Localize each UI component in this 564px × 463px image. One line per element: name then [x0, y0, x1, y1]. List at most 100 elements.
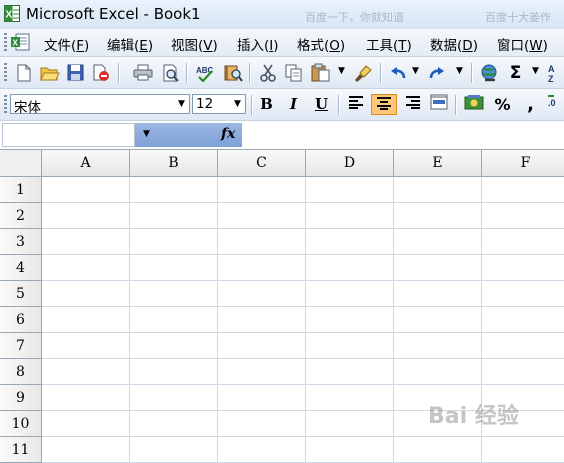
column-header-b[interactable]: B	[130, 150, 218, 177]
column-header-e[interactable]: E	[394, 150, 482, 177]
cell-a3[interactable]	[42, 229, 130, 255]
row-header-6[interactable]: 6	[0, 307, 42, 333]
currency-style-button[interactable]	[463, 94, 484, 115]
cell-b10[interactable]	[130, 411, 218, 437]
cell-a6[interactable]	[42, 307, 130, 333]
cell-d6[interactable]	[306, 307, 394, 333]
cell-b6[interactable]	[130, 307, 218, 333]
menu-window[interactable]: 窗口(W)	[497, 34, 548, 54]
cell-c2[interactable]	[218, 203, 306, 229]
cell-d8[interactable]	[306, 359, 394, 385]
row-header-4[interactable]: 4	[0, 255, 42, 281]
cell-e1[interactable]	[394, 177, 482, 203]
cell-f5[interactable]	[482, 281, 564, 307]
cell-c11[interactable]	[218, 437, 306, 463]
cell-c3[interactable]	[218, 229, 306, 255]
menu-edit[interactable]: 编辑(E)	[107, 34, 153, 54]
cell-c5[interactable]	[218, 281, 306, 307]
row-header-3[interactable]: 3	[0, 229, 42, 255]
cell-c9[interactable]	[218, 385, 306, 411]
cell-f11[interactable]	[482, 437, 564, 463]
cell-d5[interactable]	[306, 281, 394, 307]
row-header-9[interactable]: 9	[0, 385, 42, 411]
redo-history-chevron-down-icon[interactable]: ▼	[456, 66, 463, 76]
toolbar-grip-handle[interactable]	[4, 95, 7, 114]
cell-c6[interactable]	[218, 307, 306, 333]
cell-d10[interactable]	[306, 411, 394, 437]
column-header-f[interactable]: F	[482, 150, 564, 177]
cell-a8[interactable]	[42, 359, 130, 385]
bold-button[interactable]: B	[256, 94, 277, 115]
percent-style-button[interactable]: %	[492, 94, 513, 115]
hyperlink-icon[interactable]	[478, 62, 499, 83]
chevron-down-icon[interactable]: ▼	[174, 95, 189, 113]
cell-b7[interactable]	[130, 333, 218, 359]
insert-function-fx-icon[interactable]: fx	[221, 126, 235, 142]
format-painter-icon[interactable]	[353, 62, 374, 83]
cell-f4[interactable]	[482, 255, 564, 281]
cell-a10[interactable]	[42, 411, 130, 437]
row-header-1[interactable]: 1	[0, 177, 42, 203]
autosum-chevron-down-icon[interactable]: ▼	[532, 66, 539, 76]
cell-d1[interactable]	[306, 177, 394, 203]
cell-a7[interactable]	[42, 333, 130, 359]
cell-e4[interactable]	[394, 255, 482, 281]
cell-e2[interactable]	[394, 203, 482, 229]
menu-format[interactable]: 格式(O)	[297, 34, 345, 54]
name-box[interactable]	[2, 123, 135, 147]
toolbar-grip-handle[interactable]	[4, 63, 7, 82]
row-header-7[interactable]: 7	[0, 333, 42, 359]
align-center-button[interactable]	[371, 94, 397, 115]
cell-a11[interactable]	[42, 437, 130, 463]
cell-a1[interactable]	[42, 177, 130, 203]
toolbar-grip-handle[interactable]	[4, 33, 7, 52]
save-icon[interactable]	[65, 62, 86, 83]
column-header-a[interactable]: A	[42, 150, 130, 177]
cell-b1[interactable]	[130, 177, 218, 203]
menu-view[interactable]: 视图(V)	[171, 34, 218, 54]
cell-e3[interactable]	[394, 229, 482, 255]
menu-tools[interactable]: 工具(T)	[366, 34, 412, 54]
permission-icon[interactable]	[90, 62, 111, 83]
cell-c10[interactable]	[218, 411, 306, 437]
select-all-corner[interactable]	[0, 150, 42, 177]
column-header-d[interactable]: D	[306, 150, 394, 177]
row-header-8[interactable]: 8	[0, 359, 42, 385]
workbook-document-icon[interactable]: X	[10, 33, 30, 51]
spelling-icon[interactable]: ABC	[194, 62, 215, 83]
paste-icon[interactable]	[310, 62, 331, 83]
cut-icon[interactable]	[257, 62, 278, 83]
cell-b9[interactable]	[130, 385, 218, 411]
chevron-down-icon[interactable]: ▼	[230, 95, 245, 113]
cell-c8[interactable]	[218, 359, 306, 385]
autosum-icon[interactable]: Σ	[505, 62, 526, 83]
cell-e8[interactable]	[394, 359, 482, 385]
font-name-dropdown[interactable]: 宋体 ▼	[10, 94, 190, 114]
cell-d2[interactable]	[306, 203, 394, 229]
print-icon[interactable]	[132, 62, 153, 83]
italic-button[interactable]: I	[283, 94, 304, 115]
cell-f3[interactable]	[482, 229, 564, 255]
menu-insert[interactable]: 插入(I)	[237, 34, 279, 54]
print-preview-icon[interactable]	[160, 62, 181, 83]
paste-options-chevron-down-icon[interactable]: ▼	[338, 66, 345, 76]
undo-icon[interactable]	[387, 62, 408, 83]
cell-f7[interactable]	[482, 333, 564, 359]
cell-e6[interactable]	[394, 307, 482, 333]
sort-ascending-icon[interactable]: AZ	[544, 62, 564, 83]
cell-f8[interactable]	[482, 359, 564, 385]
cell-d3[interactable]	[306, 229, 394, 255]
cell-d4[interactable]	[306, 255, 394, 281]
redo-icon[interactable]	[426, 62, 447, 83]
column-header-c[interactable]: C	[218, 150, 306, 177]
increase-decimal-button[interactable]: .0	[545, 94, 564, 115]
align-right-button[interactable]	[402, 94, 423, 115]
cell-e5[interactable]	[394, 281, 482, 307]
cell-f1[interactable]	[482, 177, 564, 203]
name-box-chevron-down-icon[interactable]: ▼	[143, 129, 150, 139]
cell-b11[interactable]	[130, 437, 218, 463]
cell-a2[interactable]	[42, 203, 130, 229]
cell-c4[interactable]	[218, 255, 306, 281]
cell-d9[interactable]	[306, 385, 394, 411]
cell-a9[interactable]	[42, 385, 130, 411]
